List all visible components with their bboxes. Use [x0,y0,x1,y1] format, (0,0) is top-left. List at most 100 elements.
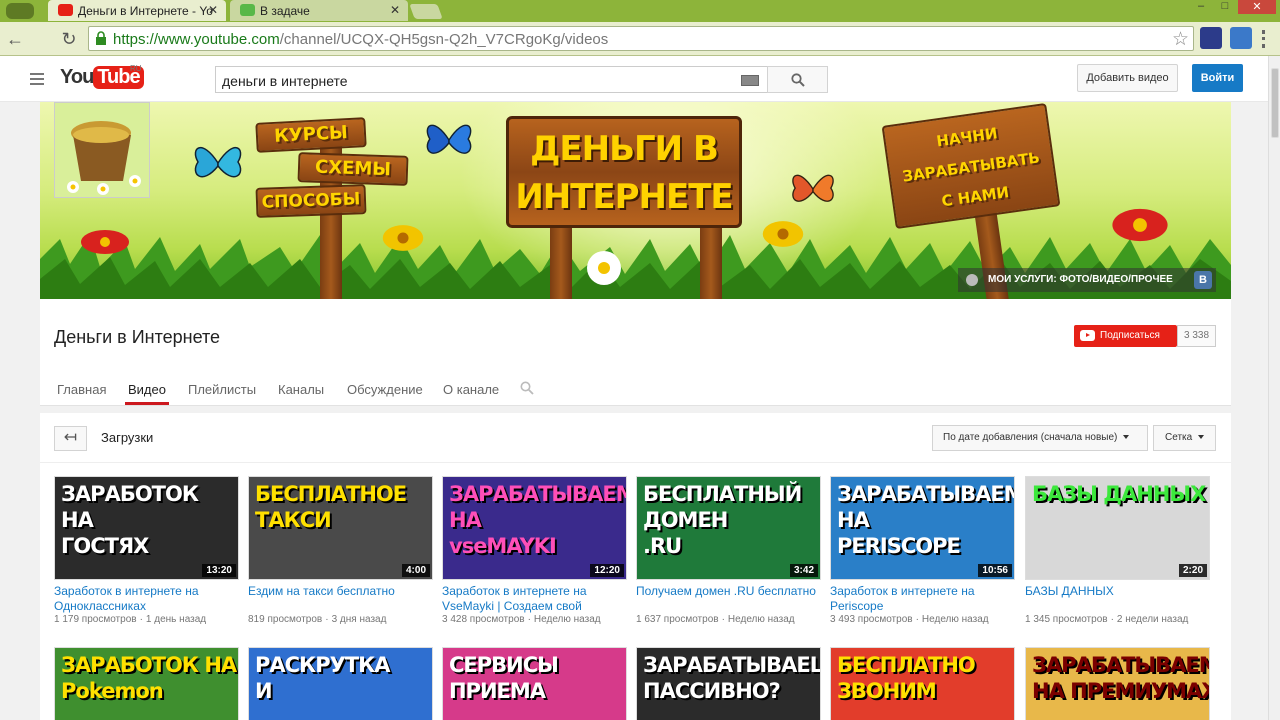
thumbnail-text: БЕСПЛАТНЫЙ ДОМЕН .RU [643,481,802,559]
back-button[interactable]: ↤ [54,426,87,451]
video-thumbnail[interactable]: СЕРВИСЫ ПРИЕМА [442,647,627,720]
browser-menu-icon[interactable] [6,3,34,19]
video-thumbnail[interactable]: ЗАРАБАТЫВАЕМ НА PERISCOPE 10:56 [830,476,1015,580]
video-thumbnail[interactable]: ЗАРАБАТЫВАЕМ НА ПРЕМИУМАХ [1025,647,1210,720]
vk-icon[interactable]: В [1194,271,1212,289]
video-card[interactable]: СЕРВИСЫ ПРИЕМА [442,647,627,720]
meta-separator: · [139,614,143,625]
scrollbar-thumb[interactable] [1271,68,1279,138]
videos-section: ↤ Загрузки По дате добавления (сначала н… [40,413,1231,720]
window-minimize-button[interactable]: – [1190,0,1212,14]
browser-tab-inactive[interactable]: В задаче ✕ [230,0,408,21]
video-meta: 1 179 просмотров · 1 день назад [54,614,239,625]
video-thumbnail[interactable]: БАЗЫ ДАННЫХ 2:20 [1025,476,1210,580]
video-meta: 819 просмотров · 3 дня назад [248,614,433,625]
sign-main-title: ДЕНЬГИ В ИНТЕРНЕТЕ [506,116,742,228]
youtube-logo[interactable]: You Tube RU [60,64,144,92]
new-tab-button[interactable] [409,4,443,19]
extension-icon[interactable] [1200,27,1222,49]
youtube-play-icon [1080,330,1095,341]
reload-icon[interactable]: ↻ [58,28,80,50]
video-thumbnail[interactable]: ЗАРАБОТОК НА Pokemon [54,647,239,720]
browser-menu-icon[interactable] [1262,30,1266,48]
video-meta: 1 345 просмотров · 2 недели назад [1025,614,1210,625]
view-dropdown[interactable]: Сетка [1153,425,1216,451]
thumbnail-text-line: БЕСПЛАТНОЕ [255,482,407,506]
channel-header: Деньги в Интернете Подписаться 3 338 Гла… [40,299,1231,406]
tab-home[interactable]: Главная [57,382,106,397]
video-card[interactable]: ЗАРАБАТЫВАЕМ НА vseMAYKI 12:20 Заработок в и… [442,476,627,625]
browser-tab-active[interactable]: Деньги в Интернете - Yo ✕ [48,0,226,21]
video-title[interactable]: БАЗЫ ДАННЫХ [1025,584,1210,614]
video-card[interactable]: БЕСПЛАТНОЕ ТАКСИ 4:00 Ездим на такси беспла… [248,476,433,625]
logo-region: RU [130,64,142,73]
window-maximize-button[interactable]: □ [1214,0,1236,14]
tab-playlists[interactable]: Плейлисты [188,382,256,397]
login-button[interactable]: Войти [1192,64,1243,92]
sort-dropdown[interactable]: По дате добавления (сначала новые) [932,425,1148,451]
video-thumbnail[interactable]: ЗАРАБОТОК НА ГОСТЯХ 13:20 [54,476,239,580]
video-views: 1 345 просмотров [1025,614,1108,625]
keyboard-icon[interactable] [741,75,759,86]
search-button[interactable] [767,66,828,93]
download-extension-icon[interactable] [1230,27,1252,49]
meta-separator: · [721,614,725,625]
video-title[interactable]: Получаем домен .RU бесплатно [636,584,821,614]
tab-about[interactable]: О канале [443,382,499,397]
close-icon[interactable]: ✕ [208,3,218,17]
video-card[interactable]: ЗАРАБОТОК НА Pokemon [54,647,239,720]
search-input[interactable]: деньги в интернете [215,66,768,93]
video-card[interactable]: ЗАРАБАТЫВАЕМ НА PERISCOPE 10:56 Заработок в … [830,476,1015,625]
video-thumbnail[interactable]: БЕСПЛАТНЫЙ ДОМЕН .RU 3:42 [636,476,821,580]
video-thumbnail[interactable]: БЕСПЛАТНО ЗВОНИМ [830,647,1015,720]
thumbnail-text-line: НА ПРЕМИУМАХ [1032,679,1210,703]
thumbnail-text-line: ЗАРАБОТОК [61,482,199,506]
video-age: 1 день назад [145,614,207,625]
video-card[interactable]: РАСКРУТКА И [248,647,433,720]
address-bar[interactable]: https://www.youtube.com/channel/UCQX-QH5… [88,26,1194,51]
video-thumbnail[interactable]: РАСКРУТКА И [248,647,433,720]
close-icon[interactable]: ✕ [390,3,400,17]
window-close-button[interactable]: ✕ [1238,0,1276,14]
channel-name[interactable]: Деньги в Интернете [54,327,220,348]
browser-tab-title: Деньги в Интернете - Yo [78,4,213,18]
tab-videos[interactable]: Видео [125,382,169,405]
video-title[interactable]: Заработок в интернете на Periscope [830,584,1015,614]
video-title[interactable]: Заработок в интернете на Одноклассниках [54,584,239,614]
video-thumbnail[interactable]: ЗАРАБАТЫВАЕШЬПАССИВНО? [636,647,821,720]
video-thumbnail[interactable]: БЕСПЛАТНОЕ ТАКСИ 4:00 [248,476,433,580]
video-age: 2 недели назад [1116,614,1189,625]
sort-label: По дате добавления (сначала новые) [943,432,1118,443]
thumbnail-text-line: НА [61,508,94,532]
add-video-button[interactable]: Добавить видео [1077,64,1178,92]
tab-channels[interactable]: Каналы [278,382,324,397]
url-path: /channel/UCQX-QH5gsn-Q2h_V7CRgoKg/videos [279,31,609,48]
thumbnail-text-line: И [255,679,273,703]
channel-banner: КУРСЫ СХЕМЫ СПОСОБЫ ДЕНЬГИ В ИНТЕРНЕТЕ Н… [40,102,1231,299]
bookmark-star-icon[interactable]: ☆ [1172,28,1189,51]
thumbnail-text: ЗАРАБОТОК НА ГОСТЯХ [61,481,199,559]
meta-separator: · [527,614,531,625]
section-title: Загрузки [101,430,154,445]
sign-courses: КУРСЫ [255,117,367,153]
guide-menu-icon[interactable] [30,73,44,88]
sign-start-earning: НАЧНИ ЗАРАБАТЫВАТЬ С НАМИ [881,102,1061,230]
video-card[interactable]: ЗАРАБОТОК НА ГОСТЯХ 13:20 Заработок в интерн… [54,476,239,625]
video-title[interactable]: Ездим на такси бесплатно [248,584,433,614]
video-title[interactable]: Заработок в интернете на VseMayki | Созд… [442,584,627,614]
subscribe-button[interactable]: Подписаться [1074,325,1177,347]
channel-search-icon[interactable] [520,381,534,395]
video-card[interactable]: БЕСПЛАТНО ЗВОНИМ [830,647,1015,720]
thumbnail-text-line: PERISCOPE [837,534,961,558]
page-scrollbar[interactable] [1268,56,1280,720]
video-thumbnail[interactable]: ЗАРАБАТЫВАЕМ НА vseMAYKI 12:20 [442,476,627,580]
video-duration: 13:20 [202,564,236,577]
tab-discussion[interactable]: Обсуждение [347,382,423,397]
banner-services-link[interactable]: МОИ УСЛУГИ: ФОТО/ВИДЕО/ПРОЧЕЕ В [958,268,1216,292]
back-arrow-icon[interactable]: ← [4,28,26,50]
thumbnail-text: СЕРВИСЫ ПРИЕМА [449,652,559,704]
video-card[interactable]: БЕСПЛАТНЫЙ ДОМЕН .RU 3:42 Получаем домен .RU… [636,476,821,625]
video-card[interactable]: ЗАРАБАТЫВАЕМ НА ПРЕМИУМАХ [1025,647,1210,720]
video-card[interactable]: БАЗЫ ДАННЫХ 2:20 БАЗЫ ДАННЫХ 1 345 просмотр… [1025,476,1210,625]
video-card[interactable]: ЗАРАБАТЫВАЕШЬПАССИВНО? [636,647,821,720]
